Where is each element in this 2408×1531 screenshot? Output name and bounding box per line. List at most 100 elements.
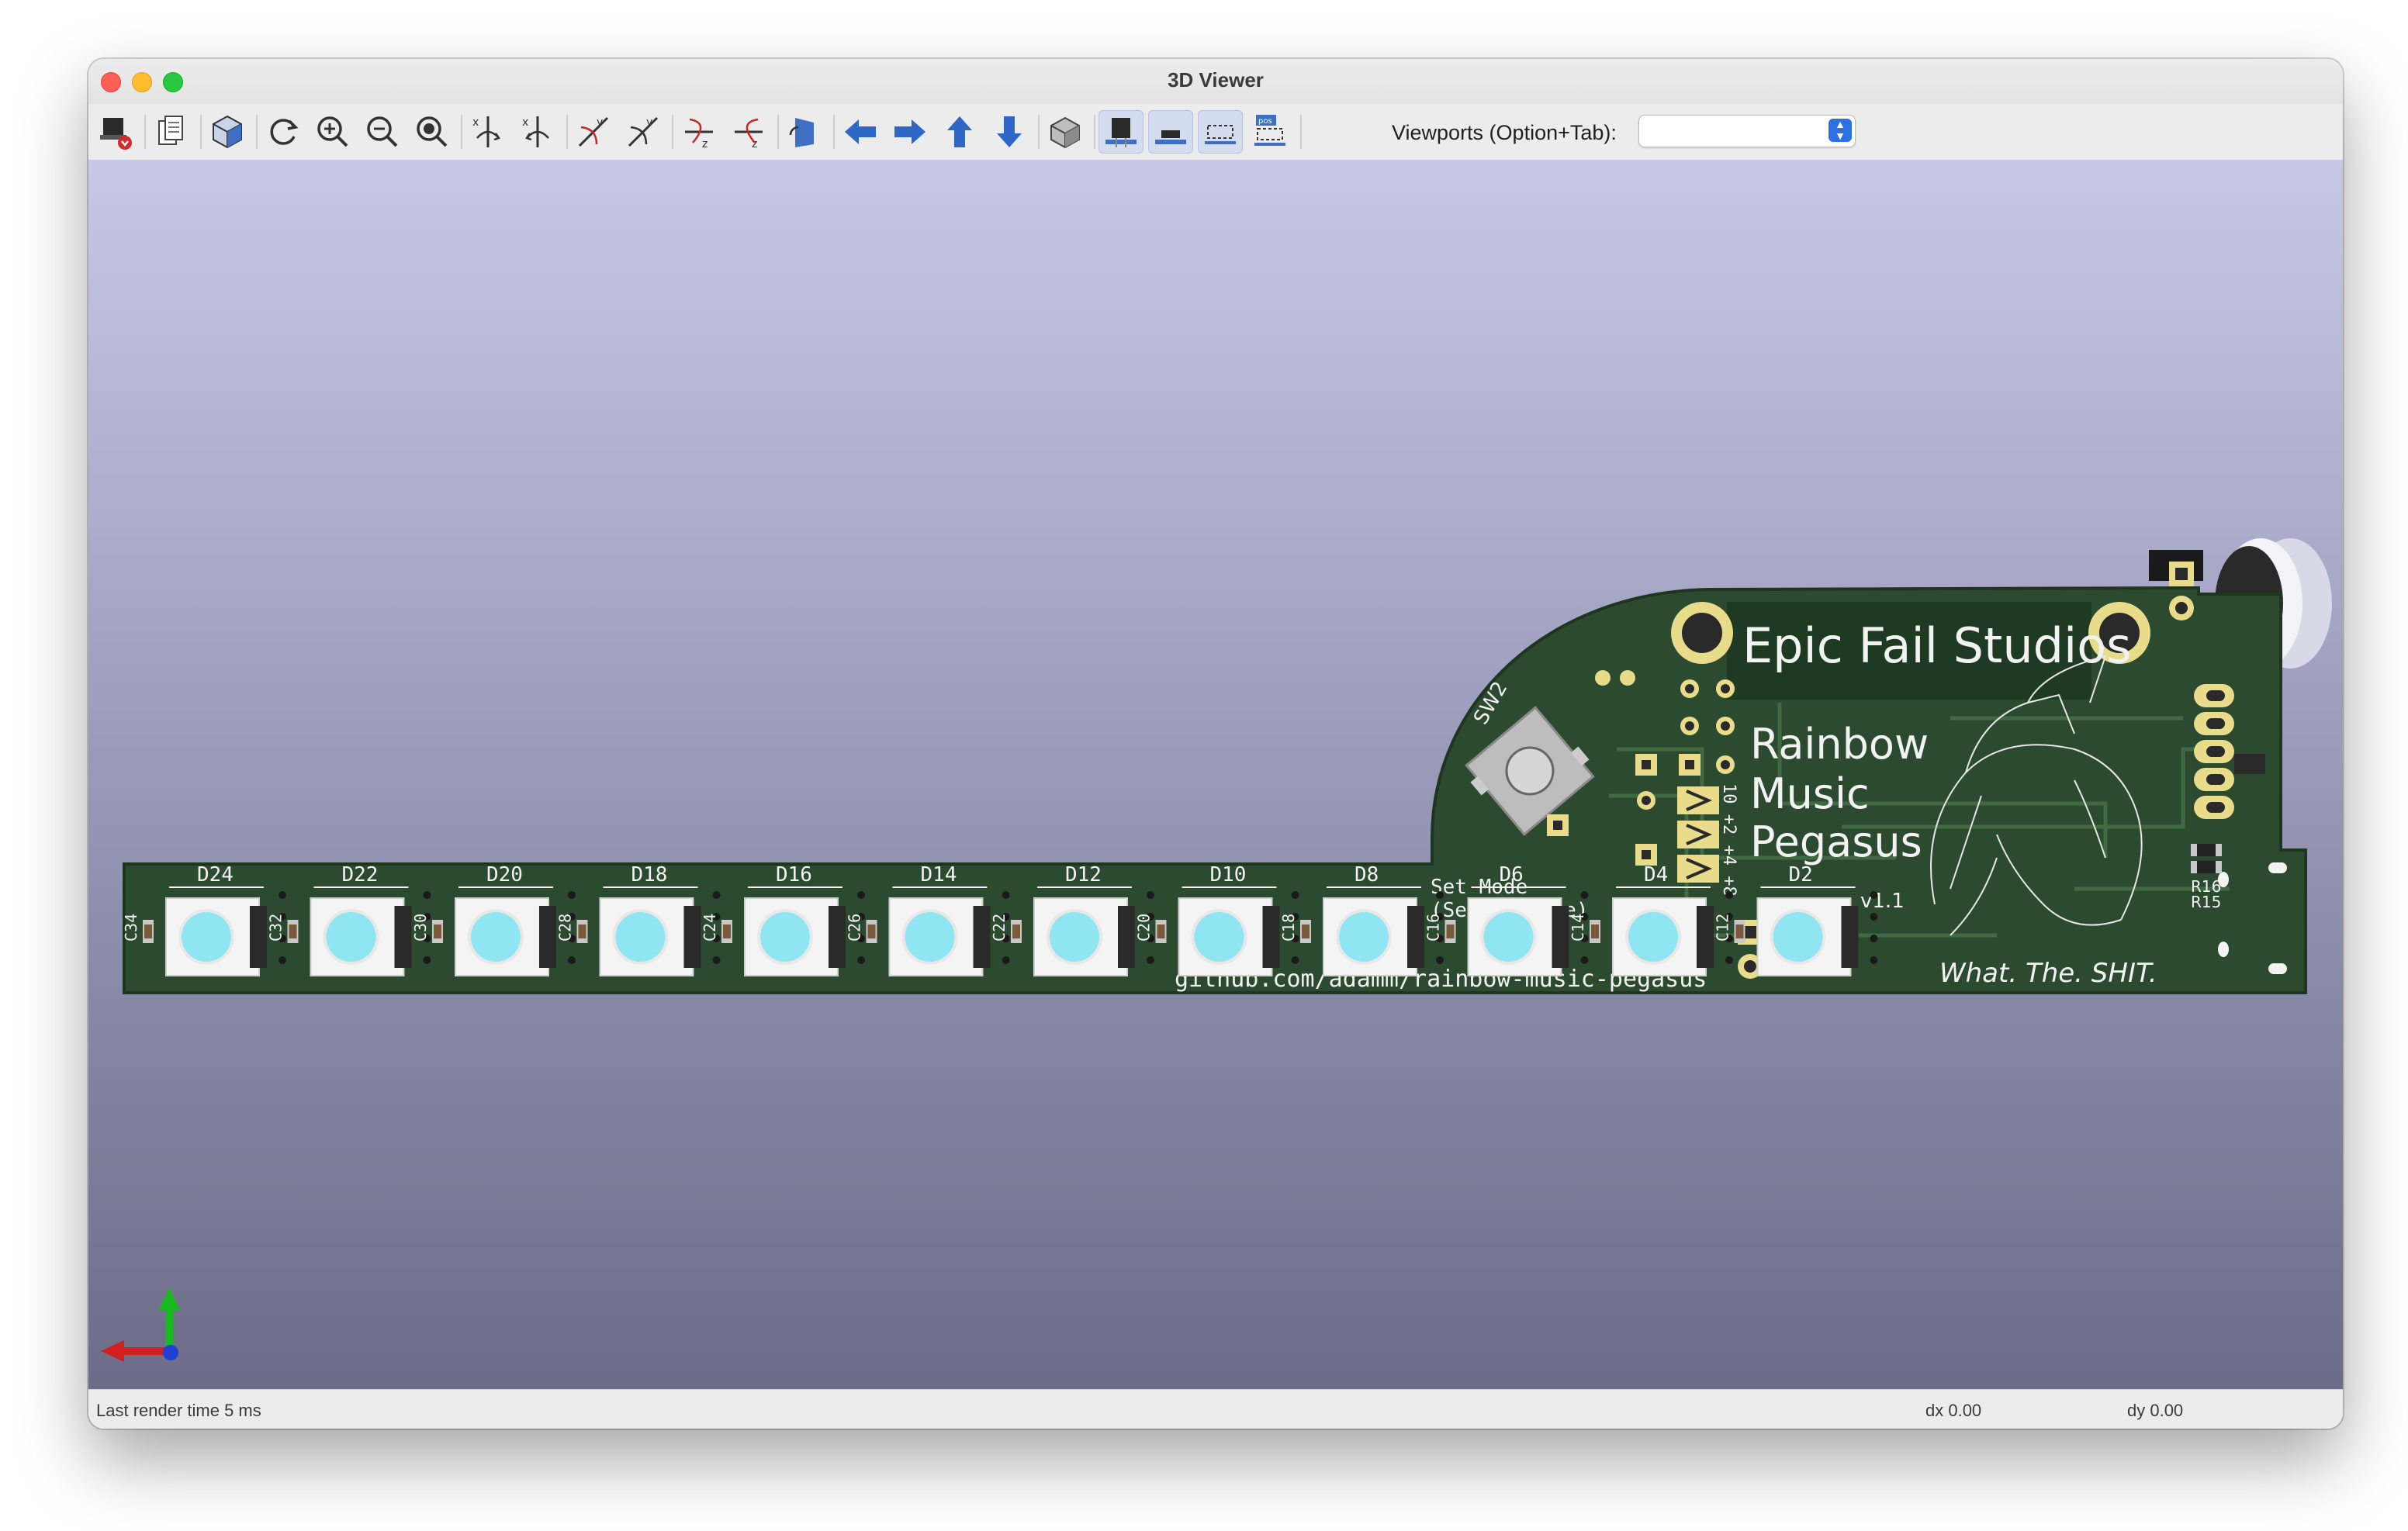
led-pin-block	[829, 906, 846, 968]
rotate-x-cw-button[interactable]: x	[465, 110, 510, 154]
zoom-fit-button[interactable]	[410, 110, 455, 154]
via	[1870, 891, 1878, 899]
capacitor-label: C30	[411, 914, 430, 942]
capacitor-body	[1591, 924, 1599, 938]
via	[1147, 956, 1154, 964]
show-not-in-posfile-button[interactable]: pos	[1247, 110, 1292, 154]
via	[423, 956, 431, 964]
render-to-image-button[interactable]	[93, 110, 138, 154]
via	[1002, 891, 1010, 899]
capacitor-label: C34	[122, 914, 140, 942]
via	[1002, 956, 1010, 964]
via	[1147, 891, 1154, 899]
led-pin-block	[250, 906, 267, 968]
render-to-image-icon	[100, 118, 132, 150]
capacitor-body	[1012, 924, 1020, 938]
rotate-z-ccw-button[interactable]: z	[726, 110, 771, 154]
led-label: D6	[1500, 863, 1524, 886]
via	[279, 956, 286, 964]
capacitor-body	[578, 924, 586, 938]
led-pin-block	[973, 906, 991, 968]
ortho-view-icon	[1050, 116, 1080, 149]
show-smd-button[interactable]	[1148, 110, 1193, 154]
board-title: Epic Fail Studios	[1742, 617, 2131, 674]
zoom-in-icon	[317, 116, 348, 147]
capacitor-label: C18	[1279, 914, 1298, 942]
pan-right-button[interactable]	[887, 110, 932, 154]
copy-to-clipboard-icon	[158, 116, 183, 145]
zoom-in-button[interactable]	[310, 110, 355, 154]
capacitor-label: C26	[846, 914, 864, 942]
led-lens	[471, 912, 521, 962]
via	[1291, 956, 1299, 964]
led-label: D14	[921, 863, 957, 886]
svg-text:x: x	[522, 116, 528, 129]
pan-down-button[interactable]	[987, 110, 1032, 154]
ortho-view-button[interactable]	[1043, 110, 1088, 154]
led-label: D8	[1354, 863, 1379, 886]
capacitor-label: C32	[267, 914, 285, 942]
show-virtual-button[interactable]	[1198, 110, 1243, 154]
rotate-y-cw-button[interactable]: y	[571, 110, 616, 154]
raytrace-cube-icon	[213, 115, 242, 149]
viewports-label: Viewports (Option+Tab):	[1392, 121, 1617, 144]
copy-to-clipboard-button[interactable]	[149, 110, 194, 154]
led-label: D22	[342, 863, 379, 886]
rotate-z-ccw-icon: z	[735, 118, 763, 150]
led-pin-block	[1697, 906, 1714, 968]
zoom-out-button[interactable]	[360, 110, 405, 154]
rotate-y-ccw-button[interactable]: y	[621, 110, 666, 154]
pan-left-icon	[845, 119, 876, 144]
flip-board-button[interactable]	[782, 110, 827, 154]
capacitor-body	[434, 924, 441, 938]
via	[712, 956, 721, 964]
jumper-label: 10 +2 +4 +8	[1719, 783, 1739, 897]
rotate-y-cw-icon: y	[578, 116, 609, 147]
led-lens	[1628, 912, 1678, 962]
pan-up-button[interactable]	[937, 110, 982, 154]
capacitor-body	[144, 924, 152, 938]
led-pin-block	[1407, 906, 1424, 968]
led-pin-block	[683, 906, 701, 968]
reload-board-button[interactable]	[261, 110, 306, 154]
pan-down-icon	[997, 116, 1022, 147]
capacitor-body	[1735, 924, 1744, 938]
led-lens	[905, 912, 955, 962]
capacitor-label: C12	[1714, 914, 1732, 942]
via	[1436, 891, 1444, 899]
capacitor-label: C20	[1135, 914, 1154, 942]
show-not-in-posfile-icon: pos	[1254, 115, 1285, 146]
jumper-pads: 10 +2 +4 +8	[1677, 783, 1739, 897]
led-lens	[1194, 912, 1244, 962]
pan-left-button[interactable]	[838, 110, 883, 154]
status-bar: Last render time 5 ms dx 0.00 dy 0.00	[88, 1389, 2343, 1429]
via	[1870, 935, 1878, 942]
capacitor-body	[1302, 924, 1310, 938]
raytrace-button[interactable]	[205, 110, 250, 154]
led-lens	[326, 912, 376, 962]
board-name-line-2: Music	[1750, 769, 1870, 818]
rotate-y-ccw-icon: y	[628, 116, 659, 147]
rotate-x-cw-icon: x	[472, 116, 500, 147]
rotate-x-ccw-button[interactable]: x	[515, 110, 560, 154]
rotate-z-cw-button[interactable]: z	[676, 110, 721, 154]
capacitor-body	[289, 924, 297, 938]
viewports-select[interactable]: ▲ ▼	[1638, 115, 1856, 147]
led-label: D4	[1644, 863, 1668, 886]
svg-text:pos: pos	[1258, 117, 1272, 126]
show-tht-button[interactable]	[1098, 110, 1143, 154]
via	[1436, 956, 1444, 964]
3d-canvas[interactable]: Epic Fail Studios Rainbow Music Pegasus …	[88, 160, 2343, 1390]
led-label: D20	[486, 863, 523, 886]
via	[423, 891, 431, 899]
led-pin-block	[394, 906, 412, 968]
led-lens	[1050, 912, 1099, 962]
via	[1725, 956, 1733, 964]
show-virtual-icon	[1205, 125, 1236, 144]
resistor-label-r15: R15	[2191, 893, 2221, 911]
led-label: D10	[1210, 863, 1247, 886]
led-pin-block	[1262, 906, 1280, 968]
show-smd-icon	[1155, 130, 1186, 144]
signature-text: What. The. SHIT.	[1939, 958, 2157, 989]
led-lens	[760, 912, 810, 962]
